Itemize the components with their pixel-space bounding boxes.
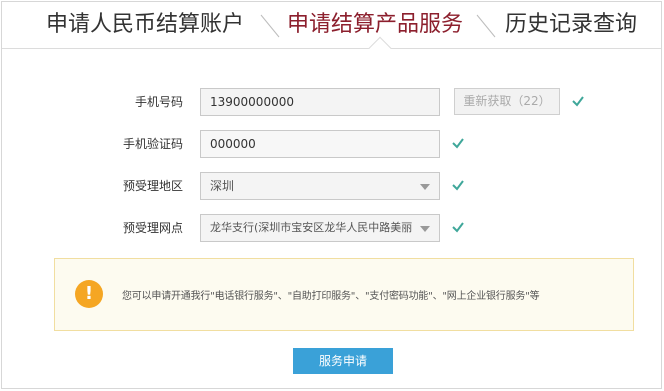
tab-bar: 申请人民币结算账户 申请结算产品服务 历史记录查询 xyxy=(2,2,661,60)
phone-label: 手机号码 xyxy=(134,95,183,109)
notice-box: ! 您可以申请开通我行"电话银行服务"、"自助打印服务"、"支付密码功能"、"网… xyxy=(54,258,634,331)
code-row: 手机验证码 000000 xyxy=(2,130,661,158)
branch-label: 预受理网点 xyxy=(122,221,183,235)
resend-code-button[interactable]: 重新获取（22） xyxy=(454,88,560,115)
submit-service-button[interactable]: 服务申请 xyxy=(293,348,393,374)
active-tab-indicator xyxy=(368,36,392,60)
region-select[interactable]: 深圳 xyxy=(200,172,440,200)
region-value: 深圳 xyxy=(210,179,235,193)
form-panel: 申请人民币结算账户 申请结算产品服务 历史记录查询 手机号码 139000000… xyxy=(1,1,662,389)
tab-apply-account[interactable]: 申请人民币结算账户 xyxy=(46,10,244,40)
check-icon xyxy=(452,138,464,149)
tab-separator-icon xyxy=(476,14,496,38)
phone-input[interactable]: 13900000000 xyxy=(200,88,440,116)
phone-row: 手机号码 13900000000 重新获取（22） xyxy=(2,88,661,116)
region-row: 预受理地区 深圳 xyxy=(2,172,661,200)
chevron-down-icon xyxy=(420,226,430,232)
branch-value: 龙华支行(深圳市宝安区龙华人民中路美丽 xyxy=(210,221,413,234)
tab-separator-icon xyxy=(260,14,280,38)
check-icon xyxy=(572,96,584,107)
check-icon xyxy=(452,222,464,233)
chevron-down-icon xyxy=(420,184,430,190)
branch-row: 预受理网点 龙华支行(深圳市宝安区龙华人民中路美丽 xyxy=(2,214,661,242)
tab-apply-service[interactable]: 申请结算产品服务 xyxy=(287,10,463,40)
warning-icon: ! xyxy=(75,280,103,308)
check-icon xyxy=(452,180,464,191)
code-value: 000000 xyxy=(210,137,256,151)
phone-value: 13900000000 xyxy=(210,95,294,109)
branch-select[interactable]: 龙华支行(深圳市宝安区龙华人民中路美丽 xyxy=(200,214,440,242)
code-label: 手机验证码 xyxy=(122,137,183,151)
verification-code-input[interactable]: 000000 xyxy=(200,130,440,158)
region-label: 预受理地区 xyxy=(122,179,183,193)
tab-history[interactable]: 历史记录查询 xyxy=(505,10,637,40)
notice-text: 您可以申请开通我行"电话银行服务"、"自助打印服务"、"支付密码功能"、"网上企… xyxy=(122,291,540,302)
